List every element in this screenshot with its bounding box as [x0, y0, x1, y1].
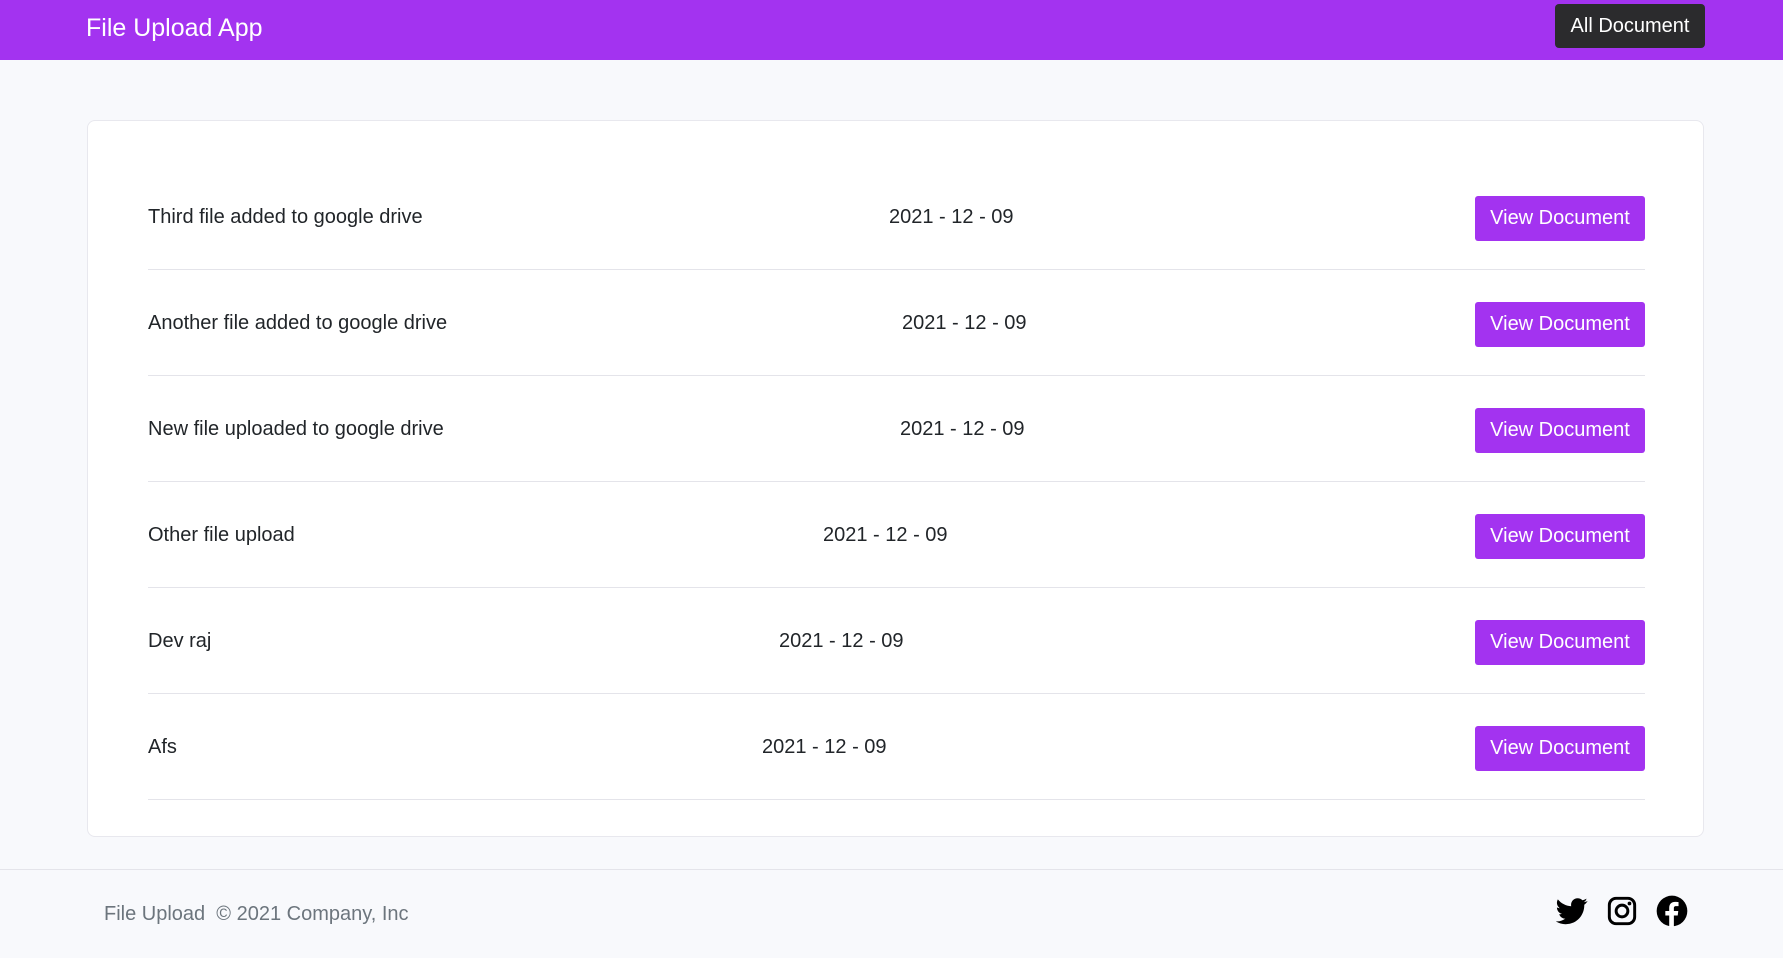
view-document-button[interactable]: View Document: [1475, 514, 1645, 559]
document-name: Afs: [148, 736, 177, 758]
document-date: 2021 - 12 - 09: [902, 312, 1027, 334]
view-document-button[interactable]: View Document: [1475, 726, 1645, 771]
document-name: Other file upload: [148, 524, 295, 546]
document-name: Another file added to google drive: [148, 312, 448, 334]
view-document-button[interactable]: View Document: [1475, 302, 1645, 347]
document-name: New file uploaded to google drive: [148, 418, 444, 440]
document-date: 2021 - 12 - 09: [823, 524, 948, 546]
navbar: File Upload App All Document: [0, 0, 1783, 60]
footer-app-name: File Upload: [104, 903, 206, 925]
document-row: Other file upload 2021 - 12 - 09 View Do…: [148, 482, 1645, 588]
documents-card: Third file added to google drive 2021 - …: [87, 120, 1704, 837]
instagram-icon[interactable]: [1606, 895, 1638, 927]
document-row: Third file added to google drive 2021 - …: [148, 164, 1645, 270]
document-row: Afs 2021 - 12 - 09 View Document: [148, 694, 1645, 800]
footer: File Upload © 2021 Company, Inc: [0, 869, 1783, 958]
view-document-button[interactable]: View Document: [1475, 408, 1645, 453]
view-document-button[interactable]: View Document: [1475, 196, 1645, 241]
brand-link[interactable]: File Upload App: [86, 12, 263, 44]
document-date: 2021 - 12 - 09: [779, 630, 904, 652]
document-date: 2021 - 12 - 09: [762, 736, 887, 758]
all-documents-button[interactable]: All Document: [1555, 4, 1705, 48]
document-name: Dev raj: [148, 630, 212, 652]
document-row: Dev raj 2021 - 12 - 09 View Document: [148, 588, 1645, 694]
document-date: 2021 - 12 - 09: [900, 418, 1025, 440]
document-date: 2021 - 12 - 09: [889, 206, 1014, 228]
twitter-icon[interactable]: [1556, 895, 1588, 927]
document-row: Another file added to google drive 2021 …: [148, 270, 1645, 376]
view-document-button[interactable]: View Document: [1475, 620, 1645, 665]
document-row: New file uploaded to google drive 2021 -…: [148, 376, 1645, 482]
document-name: Third file added to google drive: [148, 206, 423, 228]
facebook-icon[interactable]: [1656, 895, 1688, 927]
footer-copyright: File Upload © 2021 Company, Inc: [104, 900, 409, 928]
footer-copyright-text: © 2021 Company, Inc: [216, 903, 409, 925]
